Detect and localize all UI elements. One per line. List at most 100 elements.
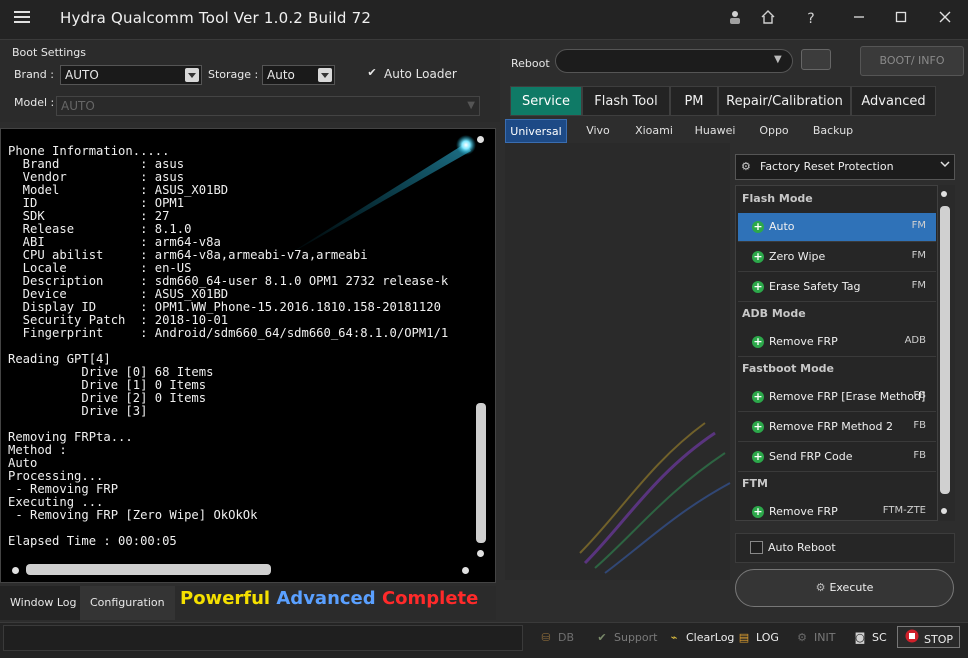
section-adb-mode: ADB Mode	[742, 307, 806, 320]
clearlog-label: ClearLog	[686, 631, 735, 644]
tab-configuration[interactable]: Configuration	[80, 586, 175, 620]
clearlog-button[interactable]: ⌁ ClearLog	[666, 629, 735, 647]
log-file-icon: ▤	[738, 631, 750, 644]
frp-method-select[interactable]: Factory Reset Protection	[735, 154, 955, 180]
log-panel[interactable]: Phone Information..... Brand : asus Vend…	[0, 128, 496, 583]
db-button[interactable]: ⛁ DB	[538, 629, 574, 647]
tab-pm[interactable]: PM	[670, 86, 718, 116]
scroll-up-icon[interactable]	[477, 136, 484, 143]
plus-icon: +	[752, 250, 764, 263]
op-tag: FB	[913, 450, 926, 461]
scroll-down-icon[interactable]	[941, 508, 947, 514]
slogan-word-advanced: Advanced	[276, 588, 376, 609]
op-remove-frp-adb[interactable]: + Remove FRP ADB	[738, 328, 936, 357]
boot-settings-title: Boot Settings	[12, 46, 86, 59]
database-icon: ⛁	[541, 631, 551, 644]
tab-window-log[interactable]: Window Log	[0, 586, 87, 620]
op-tag: FM	[911, 250, 926, 261]
op-remove-frp-ftm-zte[interactable]: + Remove FRP FTM-ZTE	[738, 498, 936, 520]
op-zero-wipe[interactable]: + Zero Wipe FM	[738, 243, 936, 272]
log-button[interactable]: ▤ LOG	[736, 629, 779, 647]
hamburger-menu-icon[interactable]	[14, 11, 30, 25]
op-label: Auto	[769, 220, 795, 233]
reboot-label: Reboot	[511, 57, 550, 70]
user-icon[interactable]	[724, 9, 746, 29]
log-output: Phone Information..... Brand : asus Vend…	[8, 144, 449, 548]
op-tag: FB	[913, 420, 926, 431]
scroll-up-icon[interactable]	[941, 191, 947, 197]
minimize-icon[interactable]	[848, 9, 870, 29]
plus-icon: +	[752, 390, 764, 403]
chevron-down-icon	[318, 68, 332, 82]
slogan-word-complete: Complete	[381, 588, 479, 609]
scroll-left-icon[interactable]	[12, 567, 19, 574]
help-icon[interactable]: ?	[800, 9, 822, 29]
gear-icon: ⚙	[797, 631, 807, 644]
maximize-icon[interactable]	[890, 9, 912, 29]
brand-select[interactable]: AUTO	[60, 65, 202, 85]
op-send-frp-code[interactable]: + Send FRP Code FB	[738, 443, 936, 472]
db-label: DB	[558, 631, 575, 644]
scroll-right-icon[interactable]	[462, 567, 469, 574]
gear-icon: ⚙	[815, 581, 826, 594]
tab-repair-calibration[interactable]: Repair/Calibration	[718, 86, 851, 116]
storage-select-value: Auto	[267, 68, 295, 82]
support-button[interactable]: ✔ Support	[594, 629, 657, 647]
subtab-huawei[interactable]: Huawei	[687, 119, 743, 143]
op-remove-frp-erase-method[interactable]: + Remove FRP [Erase Method] FB	[738, 383, 936, 412]
op-auto[interactable]: + Auto FM	[738, 213, 936, 242]
tab-service[interactable]: Service	[510, 86, 582, 116]
screenshot-button[interactable]: ◙ SC	[852, 629, 887, 647]
model-label: Model :	[14, 96, 55, 109]
execute-label: Execute	[829, 581, 874, 594]
boot-info-button[interactable]: BOOT/ INFO	[860, 46, 964, 76]
slogan-word-powerful: Powerful	[180, 588, 271, 609]
op-remove-frp-method-2[interactable]: + Remove FRP Method 2 FB	[738, 413, 936, 442]
subtab-xioami[interactable]: Xioami	[629, 119, 679, 143]
stop-button-content[interactable]: STOP	[904, 629, 953, 647]
frp-operations-list: Flash Mode + Auto FM + Zero Wipe FM + Er…	[735, 185, 938, 521]
init-button[interactable]: ⚙ INIT	[794, 629, 835, 647]
storage-select[interactable]: Auto	[262, 65, 335, 85]
plus-icon: +	[752, 335, 764, 348]
subtab-vivo[interactable]: Vivo	[573, 119, 623, 143]
subtab-oppo[interactable]: Oppo	[751, 119, 797, 143]
auto-loader-label: Auto Loader	[384, 67, 457, 81]
sc-label: SC	[872, 631, 887, 644]
tab-advanced[interactable]: Advanced	[851, 86, 936, 116]
reboot-select[interactable]	[555, 49, 793, 73]
log-horizontal-scrollbar[interactable]	[26, 564, 271, 575]
subtab-backup[interactable]: Backup	[805, 119, 861, 143]
log-label: LOG	[756, 631, 779, 644]
execute-button[interactable]: ⚙ Execute	[735, 569, 954, 607]
auto-reboot-checkbox[interactable]	[750, 541, 763, 554]
auto-loader-checkbox[interactable]: ✔	[365, 67, 379, 78]
auto-reboot-label: Auto Reboot	[768, 541, 836, 554]
close-icon[interactable]	[934, 9, 956, 29]
frp-method-select-value: Factory Reset Protection	[760, 160, 894, 173]
swirl-decoration	[579, 422, 731, 574]
chevron-down-icon: ▼	[774, 54, 782, 65]
op-tag: FM	[911, 220, 926, 231]
log-vertical-scrollbar[interactable]	[476, 403, 486, 543]
op-erase-safety-tag[interactable]: + Erase Safety Tag FM	[738, 273, 936, 302]
stop-icon	[904, 629, 920, 649]
op-label: Send FRP Code	[769, 450, 853, 463]
subtab-universal[interactable]: Universal	[505, 119, 567, 143]
stop-label: STOP	[924, 633, 953, 646]
plus-icon: +	[752, 420, 764, 433]
status-message-field	[3, 625, 523, 651]
home-icon[interactable]	[757, 9, 779, 29]
tab-flash-tool[interactable]: Flash Tool	[582, 86, 670, 116]
op-label: Remove FRP	[769, 335, 838, 348]
op-tag: FTM-ZTE	[882, 505, 926, 516]
op-tag: FM	[911, 280, 926, 291]
ops-scrollbar-thumb[interactable]	[940, 206, 950, 494]
storage-label: Storage :	[208, 68, 259, 81]
plus-icon: +	[752, 505, 764, 518]
service-workspace	[505, 143, 731, 580]
scroll-down-icon[interactable]	[477, 550, 484, 557]
reboot-button[interactable]	[801, 49, 831, 70]
op-label: Remove FRP Method 2	[769, 420, 893, 433]
camera-icon: ◙	[854, 631, 866, 644]
